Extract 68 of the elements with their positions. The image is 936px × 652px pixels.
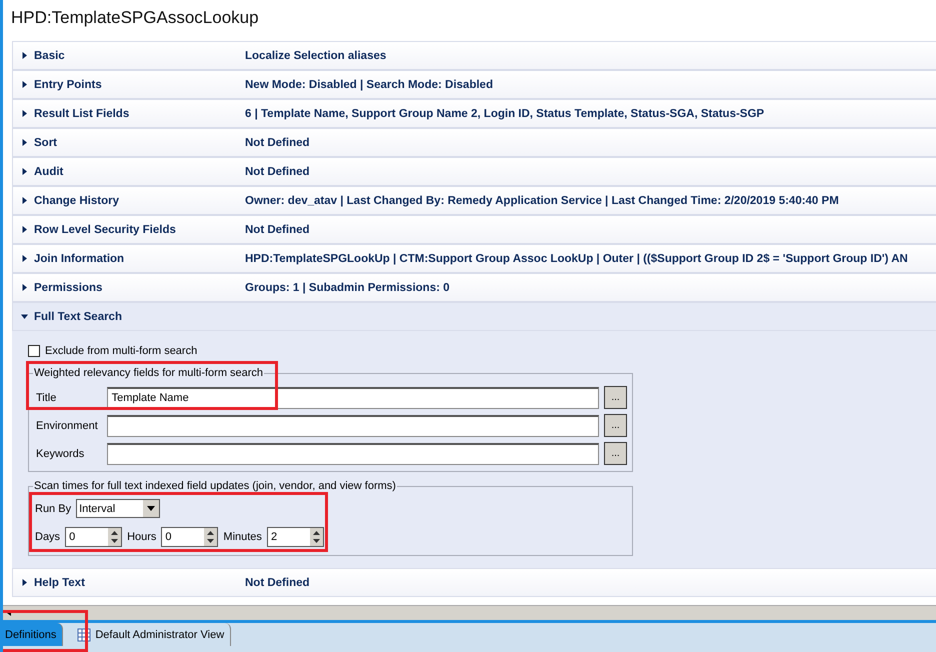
section-value: Not Defined [245,224,310,236]
expand-arrow-icon[interactable] [21,226,28,233]
field-label: Days [35,531,60,543]
window-title: HPD:TemplateSPGAssocLookup [10,7,260,29]
section-header[interactable]: Join Information HPD:TemplateSPGLookUp | CTM:Support Group Assoc LookUp | Outer | (($Support Group ID 2$ = 'Support Group ID') AN [12,244,936,273]
expand-arrow-icon[interactable] [21,110,28,117]
section-header[interactable]: Full Text Search [12,302,936,331]
browse-button[interactable]: ... [604,414,627,437]
group-legend: Scan times for full text indexed field updates (join, vendor, and view forms) [33,480,397,492]
section-label: Join Information [34,252,124,264]
section-header[interactable]: Basic Localize Selection aliases [12,41,936,70]
section-value: Groups: 1 | Subadmin Permissions: 0 [245,282,450,294]
section-value: Localize Selection aliases [245,50,386,62]
section-value: HPD:TemplateSPGLookUp | CTM:Support Group Assoc LookUp | Outer | (($Support Group ID 2$ = 'Support Group ID') AN [245,252,908,264]
section-value: 6 | Template Name, Support Group Name 2, Login ID, Status Template, Status-SGA, Status-SGP [245,108,764,120]
expand-arrow-icon[interactable] [21,255,28,262]
expand-arrow-icon[interactable] [21,139,28,146]
expand-arrow-icon[interactable] [21,52,28,59]
input-field[interactable] [106,414,600,436]
browse-button[interactable]: ... [604,386,627,409]
section-header[interactable]: Entry Points New Mode: Disabled | Search Mode: Disabled [12,70,936,99]
checkbox[interactable] [28,345,40,357]
section-header[interactable]: Change History Owner: dev_atav | Last Changed By: Remedy Application Service | Last Changed Time: 2/20/2019 5:40:40 PM [12,186,936,215]
field-label: Hours [127,531,156,543]
expand-arrow-icon[interactable] [21,579,28,586]
section-header[interactable]: Result List Fields 6 | Template Name, Support Group Name 2, Login ID, Status Template, Status-SGA, Status-SGP [12,99,936,128]
section-label: Help Text [34,576,85,588]
spinner-field[interactable]: 0 [65,527,122,547]
section-label: Basic [34,50,65,62]
horizontal-scrollbar[interactable] [3,605,936,620]
run-by-dropdown[interactable]: Interval [76,499,160,518]
section-value: Not Defined [245,166,310,178]
section-label: Entry Points [34,78,102,90]
expand-arrow-icon[interactable] [21,168,28,175]
group-legend: Weighted relevancy fields for multi-form search [33,367,264,379]
section-header[interactable]: Sort Not Defined [12,128,936,157]
section-label: Permissions [34,282,102,294]
section-header[interactable]: Permissions Groups: 1 | Subadmin Permissions: 0 [12,273,936,302]
section-header[interactable]: Audit Not Defined [12,157,936,186]
field-label: Minutes [223,531,262,543]
expand-arrow-icon[interactable] [21,81,28,88]
section-value: Not Defined [245,136,310,148]
input-field[interactable]: Template Name [106,386,600,408]
section-value: New Mode: Disabled | Search Mode: Disabled [245,78,493,90]
section-label: Audit [34,166,64,178]
collapse-arrow-icon[interactable] [21,313,28,320]
section-header[interactable]: Help Text Not Defined [12,568,936,597]
section-value: Not Defined [245,576,310,588]
spinner-field[interactable]: 0 [161,527,218,547]
checkbox-label: Exclude from multi-form search [45,345,198,357]
browse-button[interactable]: ... [604,442,627,465]
input-field[interactable] [106,442,600,464]
field-label: Environment [36,420,99,432]
section-value: Owner: dev_atav | Last Changed By: Remedy Application Service | Last Changed Time: 2/20/2019 5:40:40 PM [245,194,839,206]
spinner-field[interactable]: 2 [266,527,324,547]
section-label: Change History [34,194,119,206]
section-label: Full Text Search [34,310,122,322]
field-label: Title [36,392,58,404]
field-label: Keywords [36,448,86,460]
expand-arrow-icon[interactable] [21,284,28,291]
tab[interactable]: Definitions [3,623,64,646]
tab[interactable]: Default Administrator View [63,623,232,646]
section-label: Result List Fields [34,108,130,120]
section-label: Sort [34,136,57,148]
section-label: Row Level Security Fields [34,224,176,236]
section-header[interactable]: Row Level Security Fields Not Defined [12,215,936,244]
expand-arrow-icon[interactable] [21,197,28,204]
field-label: Run By [35,502,72,514]
